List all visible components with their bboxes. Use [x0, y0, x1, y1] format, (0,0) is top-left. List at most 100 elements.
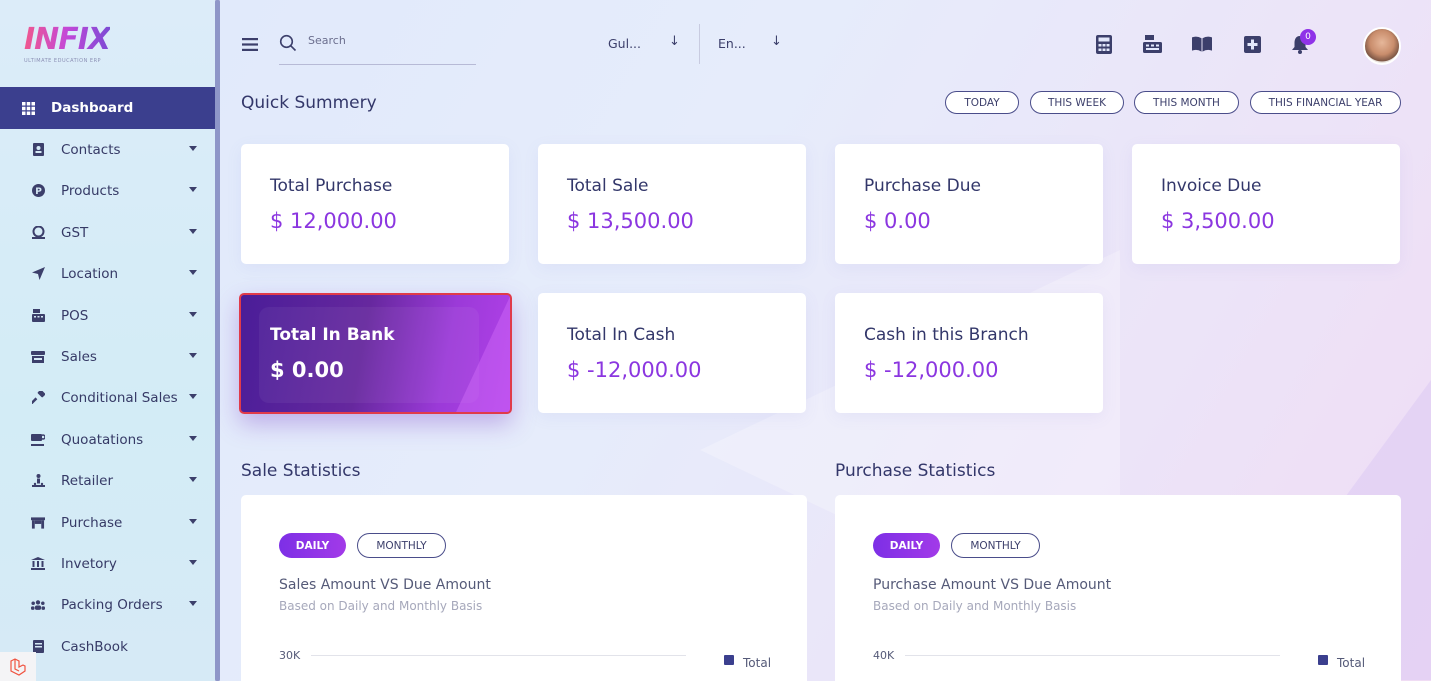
sidebar-item-label: Packing Orders	[61, 596, 163, 613]
legend-swatch	[1318, 655, 1328, 665]
book-open-icon[interactable]	[1192, 34, 1212, 54]
sidebar-scrollbar-thumb[interactable]	[215, 0, 220, 681]
person-dolly-icon	[31, 473, 45, 488]
chevron-down-icon	[189, 601, 197, 606]
chart-title: Purchase Amount VS Due Amount	[873, 577, 1112, 593]
sidebar-item-label: Conditional Sales	[61, 389, 178, 406]
logo-text: INFIX	[24, 22, 111, 57]
users-icon	[31, 598, 45, 612]
summary-card-total-sale[interactable]: Total Sale $ 13,500.00	[538, 144, 806, 264]
card-title: Purchase Due	[864, 176, 981, 196]
sidebar-item-label: Invetory	[61, 555, 117, 572]
cash-register-icon[interactable]	[1142, 34, 1162, 54]
search-input[interactable]	[308, 34, 468, 47]
monthly-toggle-button[interactable]: MONTHLY	[357, 533, 446, 558]
filter-today-button[interactable]: TODAY	[945, 91, 1019, 114]
sidebar-item-label: Sales	[61, 348, 97, 365]
chevron-down-icon	[189, 560, 197, 565]
card-decoration	[259, 307, 479, 403]
brand-logo[interactable]: INFIX ULTIMATE EDUCATION ERP	[24, 22, 111, 65]
notification-badge: 0	[1300, 29, 1316, 45]
daily-toggle-button[interactable]: DAILY	[873, 533, 940, 558]
coffee-cup-icon	[31, 433, 45, 447]
sidebar-item-label: CashBook	[61, 638, 128, 655]
chevron-down-icon	[189, 519, 197, 524]
chevron-down-icon	[189, 270, 197, 275]
sidebar-item-purchase[interactable]: Purchase	[0, 502, 215, 543]
bank-icon	[31, 557, 45, 571]
cash-register-icon	[31, 309, 45, 323]
card-value: $ 12,000.00	[270, 209, 397, 233]
sidebar-item-conditional-sales[interactable]: Conditional Sales	[0, 377, 215, 418]
sidebar-item-label: Purchase	[61, 514, 123, 531]
summary-card-total-purchase[interactable]: Total Purchase $ 12,000.00	[241, 144, 509, 264]
arrow-down-icon[interactable]: ↓	[669, 34, 680, 49]
sidebar: INFIX ULTIMATE EDUCATION ERP Dashboard C…	[0, 0, 215, 681]
store-icon	[31, 350, 45, 364]
quick-summary-title: Quick Summery	[241, 93, 377, 113]
sidebar-item-label: Retailer	[61, 472, 114, 489]
sidebar-item-dashboard[interactable]: Dashboard	[0, 87, 215, 129]
sidebar-item-quoatations[interactable]: Quoatations	[0, 419, 215, 460]
sidebar-item-pos[interactable]: POS	[0, 295, 215, 336]
filter-this-week-button[interactable]: THIS WEEK	[1030, 91, 1124, 114]
laravel-debug-icon[interactable]	[0, 652, 36, 681]
summary-card-purchase-due[interactable]: Purchase Due $ 0.00	[835, 144, 1103, 264]
grid-icon	[21, 101, 35, 115]
contact-book-icon	[31, 143, 45, 157]
location-arrow-icon	[31, 267, 45, 281]
product-p-icon: P	[31, 184, 45, 198]
search-icon[interactable]	[279, 34, 297, 56]
sidebar-item-sales[interactable]: Sales	[0, 336, 215, 377]
filter-this-financial-year-button[interactable]: THIS FINANCIAL YEAR	[1250, 91, 1401, 114]
hamburger-menu-icon[interactable]	[242, 36, 258, 55]
sidebar-item-label: Products	[61, 182, 120, 199]
branch-select[interactable]: Gul...	[608, 36, 641, 51]
sidebar-item-label: POS	[61, 307, 89, 324]
tax-coin-icon	[31, 226, 45, 240]
sidebar-item-label: Location	[61, 265, 119, 282]
card-decoration	[450, 295, 510, 412]
sidebar-item-packing-orders[interactable]: Packing Orders	[0, 584, 215, 625]
chevron-down-icon	[189, 394, 197, 399]
summary-card-invoice-due[interactable]: Invoice Due $ 3,500.00	[1132, 144, 1400, 264]
summary-card-total-in-bank[interactable]: Total In Bank $ 0.00	[239, 293, 512, 414]
sidebar-item-gst[interactable]: GST	[0, 212, 215, 253]
sidebar-item-products[interactable]: P Products	[0, 170, 215, 211]
card-value: $ 3,500.00	[1161, 209, 1275, 233]
card-title: Total Sale	[567, 176, 649, 196]
card-title: Cash in this Branch	[864, 325, 1029, 345]
chevron-down-icon	[189, 436, 197, 441]
card-value: $ 0.00	[864, 209, 931, 233]
sidebar-item-invetory[interactable]: Invetory	[0, 543, 215, 584]
sale-statistics-title: Sale Statistics	[241, 461, 361, 481]
monthly-toggle-button[interactable]: MONTHLY	[951, 533, 1040, 558]
chevron-down-icon	[189, 146, 197, 151]
chevron-down-icon	[189, 312, 197, 317]
sidebar-item-retailer[interactable]: Retailer	[0, 460, 215, 501]
hammer-icon	[31, 391, 45, 405]
filter-this-month-button[interactable]: THIS MONTH	[1134, 91, 1239, 114]
chart-title: Sales Amount VS Due Amount	[279, 577, 491, 593]
sidebar-item-contacts[interactable]: Contacts	[0, 129, 215, 170]
sidebar-item-label: GST	[61, 224, 89, 241]
chart-gridline	[311, 655, 686, 656]
chevron-down-icon	[189, 477, 197, 482]
chart-subtitle: Based on Daily and Monthly Basis	[873, 599, 1077, 613]
plus-square-icon[interactable]	[1242, 34, 1262, 54]
summary-card-cash-in-branch[interactable]: Cash in this Branch $ -12,000.00	[835, 293, 1103, 413]
calculator-icon[interactable]	[1094, 34, 1114, 54]
sidebar-item-location[interactable]: Location	[0, 253, 215, 294]
legend-label[interactable]: Total	[1337, 656, 1365, 670]
summary-card-total-in-cash[interactable]: Total In Cash $ -12,000.00	[538, 293, 806, 413]
avatar[interactable]	[1363, 27, 1401, 65]
card-title: Total In Bank	[270, 325, 395, 345]
card-value: $ -12,000.00	[567, 358, 702, 382]
sidebar-item-label: Contacts	[61, 141, 121, 158]
language-select[interactable]: En...	[718, 36, 746, 51]
arrow-down-icon[interactable]: ↓	[771, 34, 782, 49]
card-title: Total In Cash	[567, 325, 676, 345]
card-value: $ 13,500.00	[567, 209, 694, 233]
daily-toggle-button[interactable]: DAILY	[279, 533, 346, 558]
legend-label[interactable]: Total	[743, 656, 771, 670]
